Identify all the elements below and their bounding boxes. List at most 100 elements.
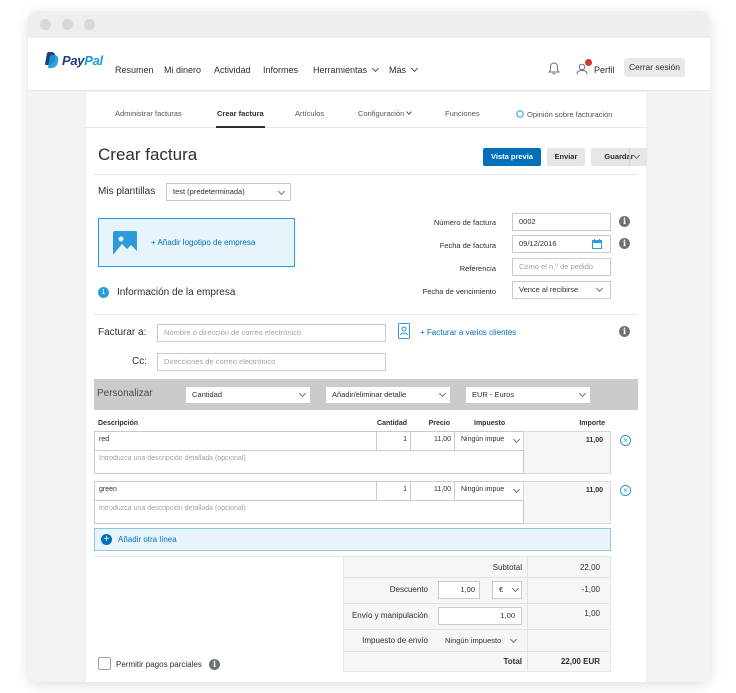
line-tax-value: Ningún impue [461,486,505,493]
invoice-number-input[interactable]: 0002 [512,213,611,231]
divider [344,651,610,652]
templates-select[interactable]: test (predeterminada) [166,183,291,201]
discount-value: -1,00 [581,585,600,594]
shipping-input[interactable]: 1,00 [438,607,522,625]
plus-icon: + [101,534,112,545]
calendar-icon[interactable] [592,239,602,249]
column-header-price: Precio [428,420,450,427]
nav-item-actividad[interactable]: Actividad [214,65,251,75]
discount-label: Descuento [389,585,428,594]
detail-select-value: Añadir/eliminar detalle [332,390,407,399]
address-book-icon[interactable] [398,323,410,339]
cc-input[interactable]: Direcciones de correo electrónico [157,353,386,371]
templates-value: test (predeterminada) [173,187,245,196]
add-line-label: Añadir otra línea [118,535,177,544]
total-label: Total [503,657,522,666]
tab-opinion[interactable]: Opinión sobre facturación [516,109,612,119]
detail-select[interactable]: Añadir/eliminar detalle [325,386,451,404]
profile-link[interactable]: Perfil [594,65,615,75]
window-dot[interactable] [40,19,51,30]
paypal-icon [44,52,60,68]
add-line-button[interactable]: + Añadir otra línea [94,528,611,551]
column-header-description: Descripción [98,420,139,427]
subtotal-label: Subtotal [492,563,522,572]
tab-label: Opinión sobre facturación [527,110,613,119]
tab-configuracion[interactable]: Configuración [358,109,413,118]
remove-line-icon[interactable]: × [620,435,631,446]
tab-label: Configuración [358,109,405,118]
tab-funciones[interactable]: Funciones [445,109,480,118]
column-header-tax: Impuesto [474,420,506,427]
due-date-value: Vence al recibirse [519,285,579,294]
totals-panel: Subtotal 22,00 Descuento 1,00 € -1,00 En… [343,556,611,672]
bill-multiple-link[interactable]: + Facturar a varios clientes [420,328,516,337]
bell-icon[interactable] [548,62,560,75]
totals-column-divider [527,557,528,671]
tab-articulos[interactable]: Artículos [295,109,324,118]
subtotal-value: 22,00 [579,563,600,572]
quantity-select[interactable]: Cantidad [185,386,311,404]
top-navigation: PayPal Resumen Mi dinero Actividad Infor… [28,38,710,91]
due-date-label: Fecha de vencimiento [422,287,496,296]
line-quantity-input[interactable]: 1 [376,431,411,451]
due-date-select[interactable]: Vence al recibirse [512,281,611,299]
tab-administrar-facturas[interactable]: Administrar facturas [115,109,182,118]
line-amount: 11,00 [523,431,611,474]
window-dot[interactable] [62,19,73,30]
discount-input[interactable]: 1,00 [438,581,480,599]
total-value: 22,00 EUR [560,657,600,666]
nav-item-informes[interactable]: Informes [263,65,298,75]
paypal-logo[interactable]: PayPal [44,50,103,70]
invoice-subnav: Administrar facturas Crear factura Artíc… [86,92,646,128]
add-logo-area[interactable]: + Añadir logotipo de empresa [98,218,295,267]
preview-button[interactable]: Vista previa [483,148,541,166]
line-description-input[interactable]: green [94,481,377,501]
divider [344,577,610,578]
invoice-number-label: Número de factura [433,218,496,227]
bill-to-label: Facturar a: [98,327,147,338]
logout-button[interactable]: Cerrar sesión [624,58,685,77]
info-icon[interactable]: i [619,238,630,249]
line-amount-value: 11,00 [585,487,603,494]
divider [344,603,610,604]
line-detail-input[interactable]: Introduzca una descripción detallada (op… [94,450,524,474]
line-description-input[interactable]: red [94,431,377,451]
window-dot[interactable] [84,19,95,30]
divider [344,629,610,630]
nav-item-mas[interactable]: Más [389,64,419,75]
info-icon[interactable]: i [619,216,630,227]
line-tax-value: Ningún impue [461,436,505,443]
info-icon[interactable]: i [619,326,630,337]
nav-item-resumen[interactable]: Resumen [115,65,154,75]
line-amount: 11,00 [523,481,611,524]
shipping-tax-select[interactable]: Ningún impuesto [438,632,522,650]
nav-item-herramientas[interactable]: Herramientas [313,64,380,75]
company-info-toggle[interactable]: Información de la empresa [117,287,235,298]
feedback-icon [516,110,524,118]
line-price-input[interactable]: 11,00 [410,481,455,501]
save-button[interactable]: Guardar [591,148,647,166]
send-button[interactable]: Enviar [547,148,585,166]
line-detail-input[interactable]: Introduzca una descripción detallada (op… [94,500,524,524]
column-header-amount: Importe [579,420,605,427]
partial-payments-label: Permitir pagos parciales [116,660,202,669]
line-quantity-input[interactable]: 1 [376,481,411,501]
shipping-value: 1,00 [584,609,600,618]
shipping-tax-value: Ningún impuesto [445,636,502,645]
chevron-down-icon [410,64,419,73]
reference-input[interactable]: Como el n.º de pedido [512,258,611,276]
partial-payments-checkbox[interactable] [98,657,111,670]
shipping-tax-label: Impuesto de envío [362,636,428,645]
line-price-input[interactable]: 11,00 [410,431,455,451]
currency-select[interactable]: EUR - Euros [465,386,591,404]
cc-label: Cc: [132,356,147,367]
info-icon[interactable]: i [209,659,220,670]
tab-crear-factura[interactable]: Crear factura [217,109,264,118]
customize-bar: Personalizar Cantidad Añadir/eliminar de… [94,379,638,410]
nav-item-mi-dinero[interactable]: Mi dinero [164,65,201,75]
bill-to-input[interactable]: Nombre o dirección de correo electrónico [157,324,386,342]
customize-label: Personalizar [97,388,153,399]
templates-label: Mis plantillas [98,186,156,197]
image-icon [113,231,137,255]
remove-line-icon[interactable]: × [620,485,631,496]
